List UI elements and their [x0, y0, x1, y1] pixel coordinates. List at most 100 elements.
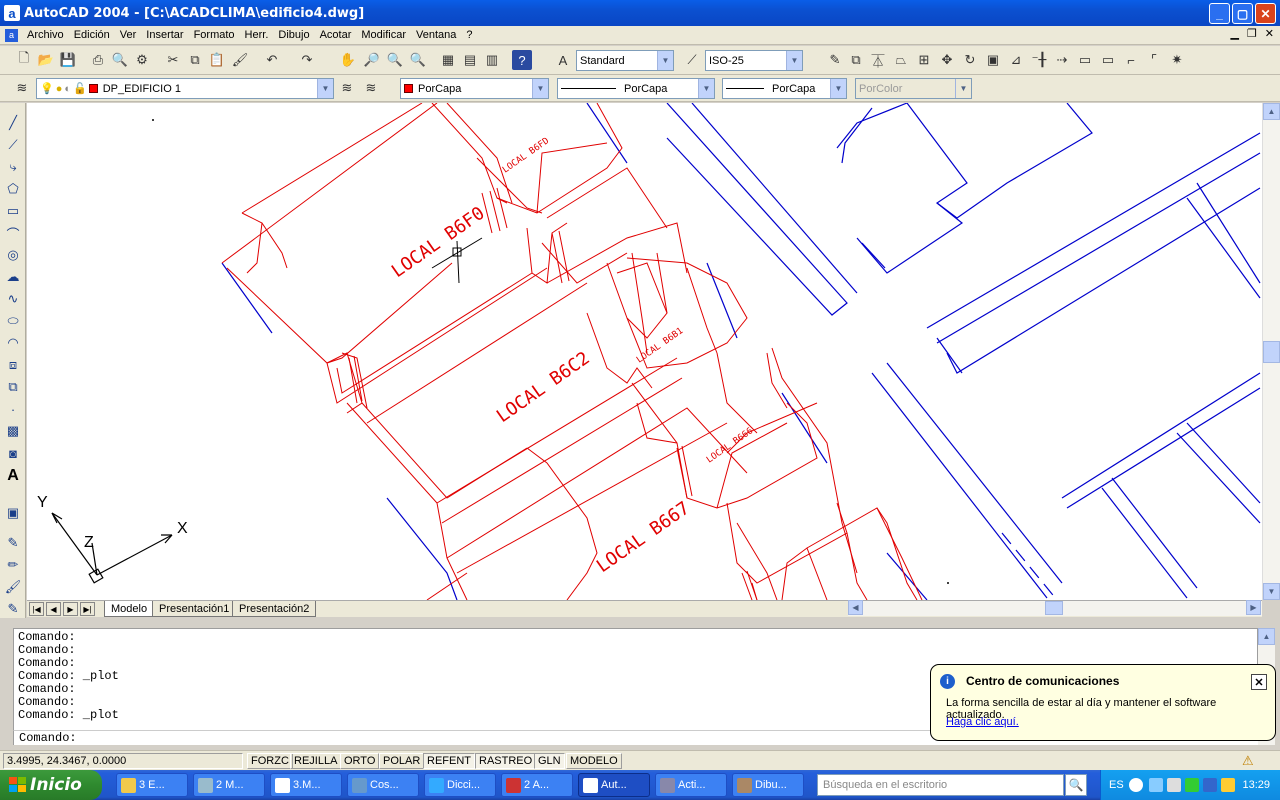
print-icon[interactable]: ⎙: [88, 50, 108, 70]
security-icon[interactable]: [1185, 778, 1199, 792]
status-orto[interactable]: ORTO: [340, 753, 380, 769]
scroll-up-icon[interactable]: ▲: [1263, 103, 1280, 120]
task-autocad[interactable]: Aut...: [578, 773, 650, 797]
volume-icon[interactable]: [1167, 778, 1181, 792]
region-icon[interactable]: ◙: [3, 443, 23, 463]
horizontal-scrollbar[interactable]: ◀ ▶: [848, 600, 1262, 616]
fillet-icon[interactable]: ⌜: [1144, 50, 1164, 70]
mirror-icon[interactable]: ⏄: [868, 50, 888, 70]
layer-previous-icon[interactable]: ≋: [361, 78, 381, 98]
print-preview-icon[interactable]: 🔍: [110, 50, 130, 70]
task-cos[interactable]: Cos...: [347, 773, 419, 797]
tab-modelo[interactable]: Modelo: [104, 601, 155, 617]
menu-formato[interactable]: Formato: [189, 29, 240, 41]
menu-help[interactable]: ?: [461, 29, 477, 41]
menu-archivo[interactable]: Archivo: [22, 29, 69, 41]
close-icon[interactable]: ✕: [1251, 674, 1267, 690]
task-messenger[interactable]: 2 M...: [193, 773, 265, 797]
coordinates-display[interactable]: 3.4995, 24.3467, 0.0000: [3, 753, 243, 769]
status-rastreo[interactable]: RASTREO: [475, 753, 537, 769]
menu-dibujo[interactable]: Dibujo: [273, 29, 314, 41]
color-select[interactable]: PorCapa ▼: [400, 78, 549, 99]
zoom-window-icon[interactable]: 🔍: [385, 50, 405, 70]
trim-icon[interactable]: ⁻╂: [1029, 50, 1049, 70]
pencil-icon[interactable]: ✏: [3, 555, 23, 575]
maximize-button[interactable]: ▢: [1232, 3, 1253, 24]
make-layer-current-icon[interactable]: ≋: [337, 78, 357, 98]
ellipse-icon[interactable]: ⬭: [3, 311, 23, 331]
save-icon[interactable]: 💾: [58, 50, 78, 70]
rectangle-icon[interactable]: ▭: [3, 201, 23, 221]
hscroll-thumb[interactable]: [1045, 601, 1063, 615]
inquiry-icon[interactable]: ✎: [3, 533, 23, 553]
task-word[interactable]: 3.M...: [270, 773, 342, 797]
insert-block-icon[interactable]: ⧈: [3, 355, 23, 375]
paste-icon[interactable]: 📋: [207, 50, 227, 70]
brush-icon[interactable]: 🖌: [3, 577, 23, 597]
start-button[interactable]: Inicio: [0, 770, 102, 800]
doc-restore-icon[interactable]: ❐: [1247, 27, 1257, 40]
status-refent[interactable]: REFENT: [423, 753, 475, 769]
network-icon[interactable]: [1149, 778, 1163, 792]
construction-line-icon[interactable]: ⟋: [3, 135, 23, 155]
move-icon[interactable]: ✥: [937, 50, 957, 70]
match-properties-icon[interactable]: 🖌: [230, 50, 250, 70]
autocad-app-icon[interactable]: a: [4, 5, 20, 21]
properties-icon[interactable]: ▦: [438, 50, 458, 70]
arc-icon[interactable]: ⌒: [3, 223, 23, 243]
tray-expand-icon[interactable]: [1129, 778, 1143, 792]
scale-icon[interactable]: ▣: [983, 50, 1003, 70]
status-modelo[interactable]: MODELO: [566, 753, 622, 769]
tool-icon[interactable]: ✎: [3, 599, 23, 619]
tab-presentacion1[interactable]: Presentación1: [152, 601, 237, 617]
revision-cloud-icon[interactable]: ☁: [3, 267, 23, 287]
status-rejilla[interactable]: REJILLA: [290, 753, 342, 769]
redo-icon[interactable]: ↷: [297, 50, 317, 70]
open-file-icon[interactable]: 📂: [36, 50, 56, 70]
join-icon[interactable]: ▭: [1098, 50, 1118, 70]
multiline-text-icon[interactable]: A: [3, 466, 23, 486]
tab-presentacion2[interactable]: Presentación2: [232, 601, 317, 617]
erase-icon[interactable]: ✎: [825, 50, 845, 70]
dim-style-select[interactable]: ISO-25 ▼: [705, 50, 803, 71]
last-tab-icon[interactable]: ▶|: [80, 602, 95, 616]
offset-icon[interactable]: ⏢: [891, 50, 911, 70]
menu-ventana[interactable]: Ventana: [411, 29, 461, 41]
status-polar[interactable]: POLAR: [379, 753, 425, 769]
scroll-down-icon[interactable]: ▼: [1263, 583, 1280, 600]
publish-icon[interactable]: ⚙: [132, 50, 152, 70]
scroll-thumb[interactable]: [1263, 341, 1280, 363]
copy-icon[interactable]: ⧉: [185, 50, 205, 70]
next-tab-icon[interactable]: ▶: [63, 602, 78, 616]
circle-icon[interactable]: ◎: [3, 245, 23, 265]
menu-insertar[interactable]: Insertar: [141, 29, 188, 41]
doc-close-icon[interactable]: ✕: [1265, 27, 1274, 40]
task-acti[interactable]: Acti...: [655, 773, 727, 797]
menu-acotar[interactable]: Acotar: [315, 29, 357, 41]
stretch-icon[interactable]: ⊿: [1006, 50, 1026, 70]
undo-icon[interactable]: ↶: [262, 50, 282, 70]
text-style-select[interactable]: Standard ▼: [576, 50, 674, 71]
zoom-previous-icon[interactable]: 🔍: [408, 50, 428, 70]
point-icon[interactable]: ·: [3, 399, 23, 419]
ellipse-arc-icon[interactable]: ◠: [3, 333, 23, 353]
layer-select[interactable]: 💡 ● ◐ 🔓 DP_EDIFICIO 1 ▼: [36, 78, 334, 99]
copy-object-icon[interactable]: ⧉: [846, 50, 866, 70]
balloon-link[interactable]: Haga clic aquí.: [946, 716, 1019, 728]
warning-tray-icon[interactable]: [1221, 778, 1235, 792]
menu-herr[interactable]: Herr.: [240, 29, 274, 41]
pan-icon[interactable]: ✋: [338, 50, 358, 70]
search-icon[interactable]: 🔍: [1065, 774, 1087, 796]
menu-ver[interactable]: Ver: [115, 29, 142, 41]
drawing-canvas[interactable]: LOCAL B6F0 LOCAL B6C2 LOCAL B667 LOCAL B…: [27, 103, 1262, 600]
document-icon[interactable]: a: [5, 28, 18, 42]
tool-palettes-icon[interactable]: ▥: [482, 50, 502, 70]
rotate-icon[interactable]: ↻: [960, 50, 980, 70]
vertical-scrollbar[interactable]: ▲ ▼: [1262, 103, 1280, 600]
desktop-search-input[interactable]: Búsqueda en el escritorio: [817, 774, 1064, 796]
array-icon[interactable]: ⊞: [914, 50, 934, 70]
new-file-icon[interactable]: 🗋: [14, 50, 34, 70]
layer-manager-icon[interactable]: ≋: [12, 78, 32, 98]
task-dictionary[interactable]: Dicci...: [424, 773, 496, 797]
close-button[interactable]: ✕: [1255, 3, 1276, 24]
